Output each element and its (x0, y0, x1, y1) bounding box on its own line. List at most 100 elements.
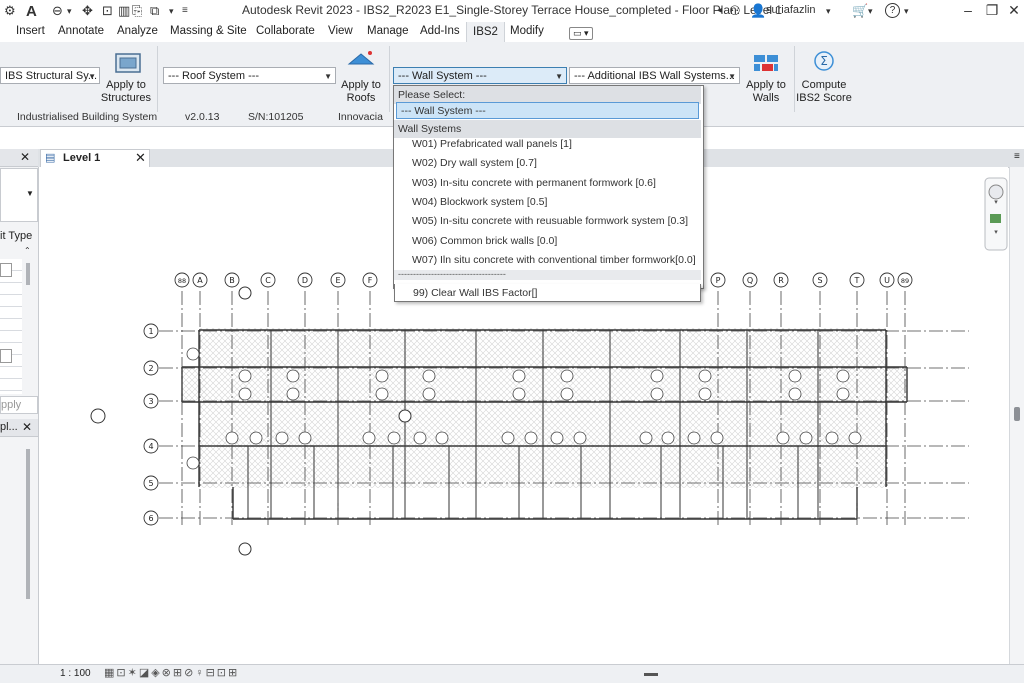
elevation-marker[interactable] (238, 286, 252, 300)
room-tag[interactable] (225, 431, 239, 445)
help-icon[interactable]: ? (885, 3, 900, 18)
room-tag[interactable] (550, 431, 564, 445)
binoculars-icon[interactable]: ⚇ (729, 3, 741, 19)
additional-wall-systems-combo[interactable]: --- Additional IBS Wall Systems... ▼ (569, 67, 740, 84)
room-tag[interactable] (788, 387, 802, 401)
apply-roofs-button[interactable]: Apply to Roofs (333, 79, 389, 105)
cart-icon[interactable]: 🛒 (852, 3, 868, 19)
apply-button[interactable]: pply (0, 396, 38, 414)
horizontal-scroll-thumb[interactable] (644, 673, 658, 676)
room-tag[interactable] (560, 387, 574, 401)
room-tag[interactable] (799, 431, 813, 445)
room-tag[interactable] (375, 387, 389, 401)
roof-system-combo[interactable]: --- Roof System --- ▼ (163, 67, 336, 84)
user-name[interactable]: suriafazlin (766, 4, 816, 16)
view-tab-level-1[interactable]: ▤ Level 1 ✕ (40, 149, 150, 167)
room-tag[interactable] (710, 431, 724, 445)
room-tag[interactable] (512, 387, 526, 401)
tab-add-ins[interactable]: Add-Ins (420, 25, 460, 37)
structural-system-combo[interactable]: IBS Structural Sy... ▼ (0, 67, 100, 84)
room-tag[interactable] (848, 431, 862, 445)
apply-roofs-icon[interactable] (346, 48, 376, 72)
wall-system-combo[interactable]: --- Wall System --- ▼ (393, 67, 567, 84)
room-tag[interactable] (698, 369, 712, 383)
dropdown-option-w01[interactable]: W01) Prefabricated wall panels [1] (394, 135, 701, 153)
room-tag[interactable] (661, 431, 675, 445)
help-dropdown-icon[interactable]: ▾ (904, 6, 909, 17)
room-tag[interactable] (560, 369, 574, 383)
tab-ibs2[interactable]: IBS2 (466, 22, 505, 42)
elevation-marker[interactable] (398, 409, 412, 423)
apply-structures-button[interactable]: Apply to Structures (98, 79, 154, 105)
elevation-marker[interactable] (90, 408, 106, 424)
minimize-icon[interactable]: – (958, 2, 978, 18)
room-tag[interactable] (375, 369, 389, 383)
room-tag[interactable] (836, 387, 850, 401)
canvas-vertical-scrollbar[interactable] (1009, 167, 1024, 664)
dropdown-option-w07[interactable]: W07) Iln situ concrete with conventional… (394, 251, 701, 269)
room-tag[interactable] (249, 431, 263, 445)
room-tag[interactable] (639, 431, 653, 445)
search-expand-icon[interactable]: ◂ (717, 5, 722, 16)
tab-annotate[interactable]: Annotate (58, 25, 104, 37)
apply-walls-icon[interactable] (752, 52, 780, 76)
elevation-marker[interactable] (238, 542, 252, 556)
close-icon[interactable]: ✕ (22, 420, 32, 434)
tab-analyze[interactable]: Analyze (117, 25, 158, 37)
room-tag[interactable] (788, 369, 802, 383)
dropdown-option-selected[interactable]: --- Wall System --- (396, 102, 699, 119)
property-checkbox[interactable] (0, 349, 12, 363)
dropdown-option-w06[interactable]: W06) Common brick walls [0.0] (394, 232, 701, 250)
user-icon[interactable]: 👤 (750, 3, 766, 19)
dropdown-option-w03[interactable]: W03) In-situ concrete with permanent for… (394, 174, 701, 192)
view-control-icons[interactable]: ▦⊡✶◪◈⊗⊞⊘♀⊟⊡⊞ (104, 666, 239, 679)
tab-massing-site[interactable]: Massing & Site (170, 25, 247, 37)
room-tag[interactable] (698, 387, 712, 401)
user-dropdown-icon[interactable]: ▾ (826, 6, 831, 17)
dropdown-option-w04[interactable]: W04) Blockwork system [0.5] (394, 193, 701, 211)
room-tag[interactable] (238, 369, 252, 383)
room-tag[interactable] (286, 387, 300, 401)
type-selector[interactable]: ▼ (0, 168, 38, 222)
room-tag[interactable] (836, 369, 850, 383)
restore-icon[interactable]: ❐ (982, 2, 1002, 19)
room-tag[interactable] (573, 431, 587, 445)
collapse-icon[interactable]: ⌃ (24, 246, 31, 255)
scroll-thumb[interactable] (1014, 407, 1020, 421)
tab-manage[interactable]: Manage (367, 25, 409, 37)
room-tag[interactable] (776, 431, 790, 445)
apply-structures-icon[interactable] (114, 51, 142, 75)
navigation-bar[interactable]: ▾ ▾ (984, 177, 1008, 251)
dropdown-option-clear[interactable]: 99) Clear Wall IBS Factor[] (394, 284, 701, 302)
browser-scrollbar[interactable] (26, 449, 30, 599)
dropdown-option-w02[interactable]: W02) Dry wall system [0.7] (394, 154, 701, 172)
room-tag[interactable] (413, 431, 427, 445)
room-tag[interactable] (435, 431, 449, 445)
apply-walls-button[interactable]: Apply to Walls (738, 79, 794, 105)
room-tag[interactable] (186, 456, 200, 470)
compute-ibs2-score-button[interactable]: Compute IBS2 Score (796, 79, 852, 105)
close-icon[interactable]: ✕ (20, 150, 30, 164)
room-tag[interactable] (286, 369, 300, 383)
room-tag[interactable] (238, 387, 252, 401)
cart-dropdown-icon[interactable]: ▾ (868, 6, 873, 17)
sigma-icon[interactable]: Σ (812, 50, 836, 72)
dropdown-option-w05[interactable]: W05) In-situ concrete with reusuable for… (394, 212, 701, 230)
room-tag[interactable] (298, 431, 312, 445)
room-tag[interactable] (186, 347, 200, 361)
tab-modify[interactable]: Modify (510, 25, 544, 37)
room-tag[interactable] (387, 431, 401, 445)
properties-scrollbar[interactable] (26, 263, 30, 285)
close-icon[interactable]: ✕ (1004, 2, 1024, 19)
room-tag[interactable] (422, 369, 436, 383)
room-tag[interactable] (512, 369, 526, 383)
room-tag[interactable] (650, 369, 664, 383)
room-tag[interactable] (650, 387, 664, 401)
room-tag[interactable] (501, 431, 515, 445)
room-tag[interactable] (825, 431, 839, 445)
room-tag[interactable] (422, 387, 436, 401)
room-tag[interactable] (275, 431, 289, 445)
tab-insert[interactable]: Insert (16, 25, 45, 37)
tab-view[interactable]: View (328, 25, 353, 37)
tab-collaborate[interactable]: Collaborate (256, 25, 315, 37)
